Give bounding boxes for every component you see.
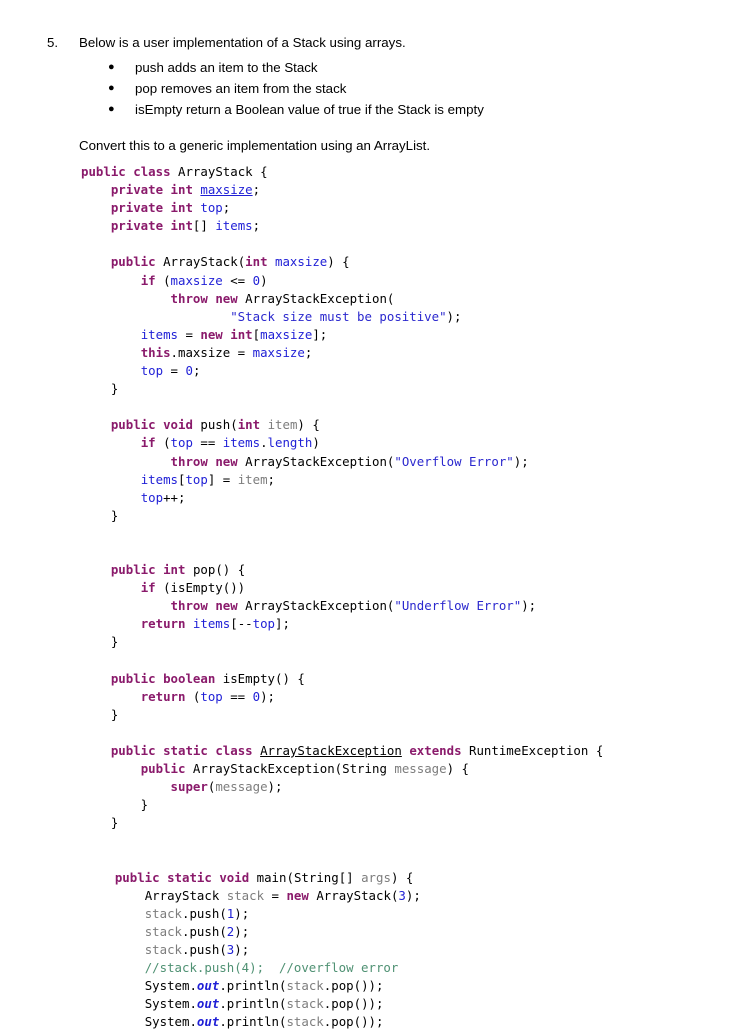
code-line: items[top] = item; [140, 471, 276, 487]
code-line: public void push(int item) { [110, 417, 320, 433]
question-block: 5. Below is a user implementation of a S… [0, 33, 738, 155]
code-line: System.out.println(stack.pop()); [144, 1014, 384, 1030]
code-line: System.out.println(stack.pop()); [144, 978, 384, 994]
list-item: ● pop removes an item from the stack [0, 78, 738, 99]
code-line: public static void main(String[] args) { [114, 869, 414, 885]
code-line: System.out.println(stack.pop()); [144, 996, 384, 1012]
method-description-list: ● push adds an item to the Stack ● pop r… [0, 57, 738, 120]
question-stem-row: 5. Below is a user implementation of a S… [0, 33, 738, 52]
code-line: public ArrayStackException(String messag… [140, 761, 469, 777]
code-line: } [81, 797, 149, 813]
code-line: stack.push(2); [144, 923, 250, 939]
code-line: stack.push(1); [144, 905, 250, 921]
code-line: this.maxsize = maxsize; [140, 344, 313, 360]
code-line: public class ArrayStack { [81, 164, 268, 179]
code-line: if (isEmpty()) [140, 580, 246, 596]
code-line: if (maxsize <= 0) [140, 272, 268, 288]
convert-instruction: Convert this to a generic implementation… [79, 138, 431, 153]
code-line: } [81, 634, 119, 650]
code-line: public int pop() { [110, 562, 246, 578]
code-line: top++; [140, 489, 186, 505]
code-line: stack.push(3); [144, 942, 250, 958]
code-line: return items[--top]; [140, 616, 290, 632]
code-line: throw new ArrayStackException("Overflow … [170, 453, 529, 469]
list-item-label: push adds an item to the Stack [135, 60, 318, 75]
java-code-listing: public class ArrayStack { private int ma… [81, 163, 731, 1032]
code-line: super(message); [170, 779, 283, 795]
code-line: ArrayStack stack = new ArrayStack(3); [144, 887, 421, 903]
code-line: items = new int[maxsize]; [140, 326, 328, 342]
code-line: public boolean isEmpty() { [110, 670, 305, 686]
list-item: ● push adds an item to the Stack [0, 57, 738, 78]
question-stem-text: Below is a user implementation of a Stac… [79, 35, 406, 50]
question-number: 5. [47, 35, 59, 50]
bullet-icon: ● [108, 82, 115, 94]
bullet-icon: ● [108, 103, 115, 115]
code-line: top = 0; [140, 363, 201, 379]
code-line: if (top == items.length) [140, 435, 320, 451]
list-item: ● isEmpty return a Boolean value of true… [0, 99, 738, 120]
list-item-label: isEmpty return a Boolean value of true i… [135, 102, 484, 117]
list-item-label: pop removes an item from the stack [135, 81, 347, 96]
code-line: private int[] items; [110, 218, 261, 234]
code-line: } [81, 815, 119, 831]
bullet-icon: ● [108, 61, 115, 73]
code-line: private int maxsize; [110, 182, 261, 198]
code-line: } [81, 381, 119, 397]
code-line: throw new ArrayStackException( [170, 290, 395, 306]
document-page: 5. Below is a user implementation of a S… [0, 0, 738, 1029]
code-line: "Stack size must be positive"); [230, 308, 462, 324]
code-line: private int top; [110, 200, 231, 216]
code-line: //stack.push(4); //overflow error [144, 960, 399, 976]
code-line: } [81, 706, 119, 722]
code-line: return (top == 0); [140, 688, 275, 704]
code-line: public static class ArrayStackException … [110, 743, 604, 758]
code-line: public ArrayStack(int maxsize) { [110, 254, 350, 270]
code-line: } [81, 507, 119, 523]
code-line: throw new ArrayStackException("Underflow… [170, 598, 537, 614]
